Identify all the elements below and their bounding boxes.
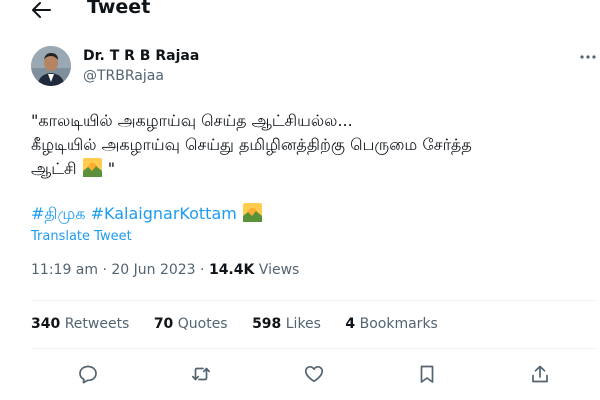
action-bar [0,364,600,384]
bookmarks-count: 4 [345,316,356,332]
hashtags: #திமுக #KalaignarKottam [31,202,263,226]
author-name[interactable]: Dr. T R B Rajaa [83,48,199,64]
tweet-time[interactable]: 11:19 am [31,262,98,278]
retweets-stat[interactable]: 340 Retweets [31,316,129,332]
quotes-label: Quotes [177,316,228,332]
meta-separator: · [200,262,205,278]
tweet-stats: 340 Retweets 70 Quotes 598 Likes 4 Bookm… [31,316,458,332]
retweets-label: Retweets [64,316,130,332]
translate-tweet-link[interactable]: Translate Tweet [31,229,132,244]
hashtag-link[interactable]: #KalaignarKottam [91,204,237,223]
divider [31,348,597,349]
tweet-line-text: ஆட்சி [31,159,77,178]
tweet-meta: 11:19 am · 20 Jun 2023 · 14.4K Views [31,262,299,278]
reply-icon[interactable] [78,364,98,384]
bookmarks-stat[interactable]: 4 Bookmarks [345,316,437,332]
tweet-line: கீழடியில் அகழாய்வு செய்து தமிழினத்திற்கு… [31,135,472,154]
tweet-text: "காலடியில் அகழாய்வு செய்த ஆட்சியல்ல... க… [31,109,597,181]
hashtag-link[interactable]: #திமுக [31,204,86,223]
divider [31,300,597,301]
views-count: 14.4K [208,262,255,278]
tweet-date[interactable]: 20 Jun 2023 [111,262,195,278]
share-icon[interactable] [530,364,550,384]
page-title: Tweet [87,0,151,18]
retweet-icon[interactable] [191,364,211,384]
avatar-image [31,46,71,86]
likes-stat[interactable]: 598 Likes [252,316,321,332]
sunrise-emoji-icon [82,158,102,177]
tweet-line: ஆட்சி " [31,157,597,181]
tweet-line-end: " [107,159,116,178]
like-icon[interactable] [304,364,324,384]
views-label: Views [258,262,300,278]
author-handle[interactable]: @TRBRajaa [83,68,164,84]
retweets-count: 340 [31,316,61,332]
quotes-stat[interactable]: 70 Quotes [154,316,228,332]
likes-label: Likes [285,316,321,332]
tweet-line: "காலடியில் அகழாய்வு செய்த ஆட்சியல்ல... [31,111,353,130]
avatar[interactable] [31,46,71,86]
bookmarks-label: Bookmarks [359,316,438,332]
more-options-icon[interactable] [579,50,597,64]
quotes-count: 70 [153,316,174,332]
arrow-left-icon[interactable] [30,0,52,20]
meta-separator: · [102,262,107,278]
likes-count: 598 [252,316,282,332]
page-header: Tweet [0,0,600,22]
bookmark-icon[interactable] [417,364,437,384]
sunrise-emoji-icon [242,203,262,222]
